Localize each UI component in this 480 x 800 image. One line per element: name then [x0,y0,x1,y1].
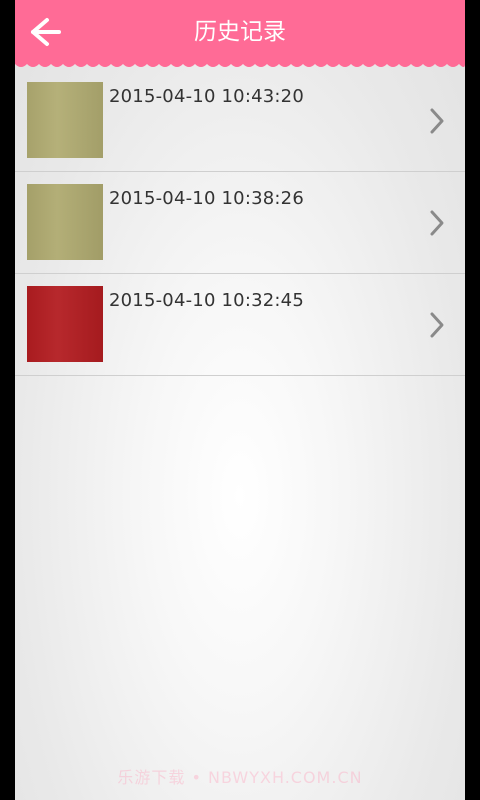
photo-thumbnail [27,82,103,158]
history-list: 2015-04-10 10:43:20 2015-04-10 10:38:26 … [15,70,465,376]
back-button[interactable] [25,12,65,52]
history-timestamp: 2015-04-10 10:32:45 [109,290,304,311]
chevron-right-icon [430,108,444,134]
photo-thumbnail [27,184,103,260]
watermark-text: 乐游下载 • NBWYXH.COM.CN [117,768,363,787]
history-item[interactable]: 2015-04-10 10:38:26 [15,172,465,274]
history-timestamp: 2015-04-10 10:38:26 [109,188,304,209]
chevron-right-icon [430,312,444,338]
photo-thumbnail [27,286,103,362]
history-item[interactable]: 2015-04-10 10:43:20 [15,70,465,172]
header-scallop-edge [15,60,465,67]
title-bar [15,0,465,64]
arrow-left-icon [31,18,61,46]
history-item[interactable]: 2015-04-10 10:32:45 [15,274,465,376]
history-timestamp: 2015-04-10 10:43:20 [109,86,304,107]
app-screen: 历史记录 2015-04-10 10:43:20 2015-04-10 10:3… [15,0,465,800]
chevron-right-icon [430,210,444,236]
